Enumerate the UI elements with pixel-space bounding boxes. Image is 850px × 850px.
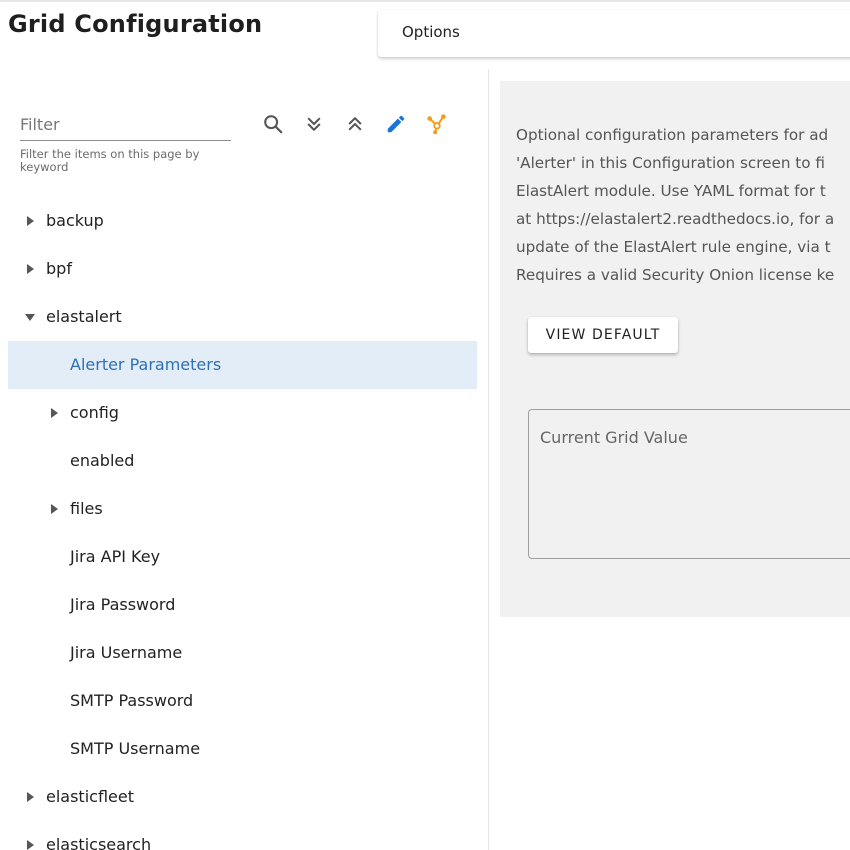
tree-item-elastalert[interactable]: elastalert xyxy=(8,293,477,341)
description-line: ElastAlert module. Use YAML format for t xyxy=(516,182,826,200)
tree-item-backup[interactable]: backup xyxy=(8,197,477,245)
settings-tree: backup bpf elastalert Alerter Parameters… xyxy=(8,197,477,850)
tree-item-label: Jira Username xyxy=(70,643,183,662)
tree-item-label: elasticfleet xyxy=(46,787,134,806)
tree-item-jira-username[interactable]: Jira Username xyxy=(8,629,477,677)
tree-item-label: config xyxy=(70,403,119,422)
caret-right-icon[interactable] xyxy=(20,245,40,293)
tree-item-jira-api-key[interactable]: Jira API Key xyxy=(8,533,477,581)
description-line: Optional configuration parameters for ad xyxy=(516,126,829,144)
caret-right-icon[interactable] xyxy=(44,389,64,437)
options-bar[interactable]: Options xyxy=(378,10,850,57)
filter-field[interactable] xyxy=(20,110,231,141)
caret-right-icon[interactable] xyxy=(20,821,40,850)
tree-item-smtp-username[interactable]: SMTP Username xyxy=(8,725,477,773)
tree-item-label: backup xyxy=(46,211,104,230)
description-line: Requires a valid Security Onion license … xyxy=(516,266,835,284)
description-line: 'Alerter' in this Configuration screen t… xyxy=(516,154,825,172)
options-label: Options xyxy=(402,23,460,41)
tree-item-label: enabled xyxy=(70,451,135,470)
chevron-double-down-icon xyxy=(307,117,321,131)
chevron-double-up-icon xyxy=(348,117,362,131)
tree-item-jira-password[interactable]: Jira Password xyxy=(8,581,477,629)
tree-item-bpf[interactable]: bpf xyxy=(8,245,477,293)
advanced-button[interactable] xyxy=(424,111,450,137)
tree-item-label: SMTP Password xyxy=(70,691,194,710)
tree-item-smtp-password[interactable]: SMTP Password xyxy=(8,677,477,725)
setting-description: Optional configuration parameters for ad… xyxy=(516,121,850,289)
caret-right-icon[interactable] xyxy=(44,485,64,533)
filter-input[interactable] xyxy=(20,110,231,138)
tree-item-label: bpf xyxy=(46,259,72,278)
tree-item-elasticfleet[interactable]: elasticfleet xyxy=(8,773,477,821)
caret-right-icon[interactable] xyxy=(20,773,40,821)
search-icon xyxy=(264,115,283,134)
tree-item-config[interactable]: config xyxy=(8,389,477,437)
search-button[interactable] xyxy=(260,111,286,137)
view-default-button[interactable]: VIEW DEFAULT xyxy=(528,317,678,353)
panel-divider xyxy=(488,69,489,850)
setting-details-panel: Optional configuration parameters for ad… xyxy=(500,81,850,617)
top-border xyxy=(0,0,850,2)
tree-item-label: Jira Password xyxy=(70,595,176,614)
tree-item-elasticsearch[interactable]: elasticsearch xyxy=(8,821,477,850)
description-line: at https://elastalert2.readthedocs.io, f… xyxy=(516,210,835,228)
tree-item-label: files xyxy=(70,499,103,518)
current-grid-value-field[interactable]: Current Grid Value xyxy=(528,409,850,559)
tree-item-files[interactable]: files xyxy=(8,485,477,533)
caret-right-icon[interactable] xyxy=(20,197,40,245)
tree-item-enabled[interactable]: enabled xyxy=(8,437,477,485)
pencil-icon xyxy=(387,115,405,133)
caret-down-icon[interactable] xyxy=(20,293,40,341)
collapse-all-button[interactable] xyxy=(342,111,368,137)
tree-item-alerter-parameters[interactable]: Alerter Parameters xyxy=(8,341,477,389)
current-grid-value-placeholder: Current Grid Value xyxy=(540,428,688,447)
edit-button[interactable] xyxy=(383,111,409,137)
tree-item-label: elastalert xyxy=(46,307,122,326)
tree-item-label: elasticsearch xyxy=(46,835,152,850)
tree-item-label: Jira API Key xyxy=(70,547,161,566)
expand-all-button[interactable] xyxy=(301,111,327,137)
description-line: update of the ElastAlert rule engine, vi… xyxy=(516,238,831,256)
tree-item-label: Alerter Parameters xyxy=(70,355,222,374)
tree-item-label: SMTP Username xyxy=(70,739,201,758)
graph-nodes-icon xyxy=(427,114,446,135)
page-title: Grid Configuration xyxy=(8,10,263,38)
filter-hint: Filter the items on this page by keyword xyxy=(20,147,200,174)
